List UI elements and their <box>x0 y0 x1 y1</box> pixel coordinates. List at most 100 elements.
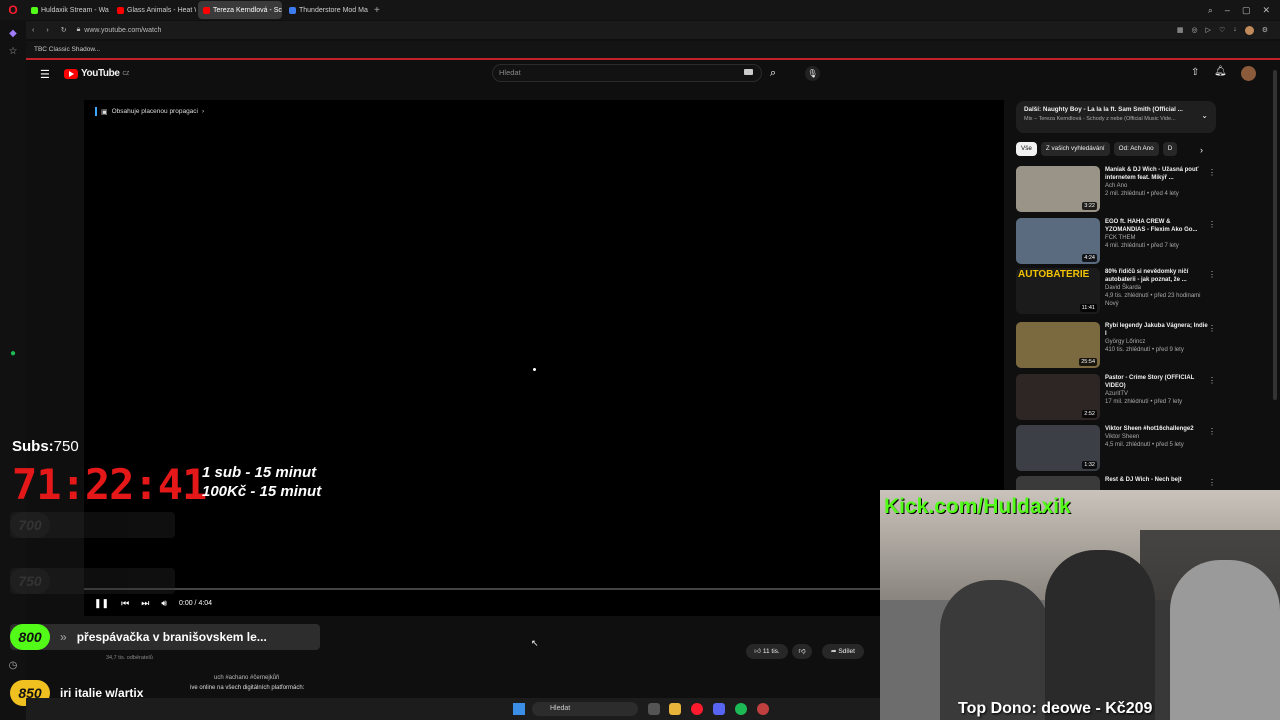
hashtags[interactable]: uch #achano #černejkůň <box>214 675 279 681</box>
scrollbar[interactable] <box>1273 70 1277 400</box>
pause-button[interactable]: ❚❚ <box>94 598 109 609</box>
browser-tab[interactable]: Huldaxik Stream - Wa <box>26 1 110 19</box>
avatar[interactable] <box>1241 66 1256 81</box>
opera-taskbar-icon[interactable] <box>691 703 703 715</box>
back-icon[interactable]: ‹ <box>26 27 40 34</box>
youtube-logo[interactable]: YouTube CZ <box>64 68 129 79</box>
duration-badge: 1:32 <box>1082 461 1097 469</box>
recommendation-title[interactable]: Viktor Sheen #hot16challenge2 <box>1105 425 1210 433</box>
recommendation-item[interactable]: Rest & DJ Wich - Nech bejt ⋮ <box>1016 476 1216 490</box>
recommendation-item[interactable]: 4:24 EGO ft. HAHA CREW & YZOMANDIAS - Fle… <box>1016 218 1216 266</box>
more-options-icon[interactable]: ⋮ <box>1208 220 1216 229</box>
chevron-down-icon[interactable]: ⌄ <box>1201 111 1208 120</box>
progress-bar[interactable] <box>84 588 884 590</box>
video-thumbnail[interactable]: AUTOBATERIE 11:41 <box>1016 268 1100 314</box>
taskbar <box>26 698 880 720</box>
upload-icon[interactable]: ⇧ <box>1191 67 1199 78</box>
chevron-right-icon[interactable]: › <box>1200 145 1203 155</box>
up-next-subtitle: Mix – Tereza Kerndlová - Schody z nebe (… <box>1024 116 1176 122</box>
filter-chip[interactable]: Vše <box>1016 142 1037 156</box>
download-icon[interactable]: ↓ <box>1233 26 1237 35</box>
recommendation-title[interactable]: 80% řidičů si nevědomky ničí autobaterii… <box>1105 268 1210 284</box>
recommendation-item[interactable]: 1:32 Viktor Sheen #hot16challenge2 Viktor … <box>1016 425 1216 473</box>
channel-name[interactable]: FCK THEM <box>1105 234 1210 242</box>
recommendation-item[interactable]: AUTOBATERIE 11:41 80% řidičů si nevědomky … <box>1016 268 1216 316</box>
video-player[interactable] <box>84 100 1004 616</box>
up-next-panel[interactable]: Další: Naughty Boy - La la la ft. Sam Sm… <box>1016 101 1216 133</box>
more-options-icon[interactable]: ⋮ <box>1208 376 1216 385</box>
video-thumbnail[interactable]: 2:52 <box>1016 374 1100 420</box>
recommendation-title[interactable]: Rest & DJ Wich - Nech bejt <box>1105 476 1210 484</box>
maximize-button[interactable]: ▢ <box>1242 5 1251 16</box>
recommendation-title[interactable]: Rybí legendy Jakuba Vágnera; Indie I <box>1105 322 1210 338</box>
windows-start-icon[interactable] <box>513 703 525 715</box>
channel-name[interactable]: AzuritTV <box>1105 390 1210 398</box>
recommendation-title[interactable]: Pastor - Crime Story (OFFICIAL VIDEO) <box>1105 374 1210 390</box>
more-options-icon[interactable]: ⋮ <box>1208 478 1216 487</box>
reload-icon[interactable]: ↻ <box>55 26 73 34</box>
channel-name[interactable]: David Škarda <box>1105 284 1210 292</box>
like-button[interactable]: 👍︎ 11 tis. <box>746 644 788 659</box>
search-input[interactable]: Hledat <box>492 64 762 82</box>
extensions-icon[interactable]: ▦ <box>1177 26 1184 35</box>
url-field[interactable]: www.youtube.com/watch <box>84 27 161 34</box>
settings-icon[interactable]: ⚙ <box>1262 26 1268 35</box>
opera-logo-icon[interactable]: O <box>0 0 26 20</box>
browser-tab[interactable]: Thunderstore Mod Mana <box>284 1 368 19</box>
video-thumbnail[interactable]: 1:32 <box>1016 425 1100 471</box>
spotify-taskbar-icon[interactable] <box>735 703 747 715</box>
video-thumbnail[interactable]: 25:54 <box>1016 322 1100 368</box>
spotify-icon[interactable]: ● <box>7 348 19 360</box>
recommendation-info: Maniak & DJ Wich - Úžasná pouť internete… <box>1105 166 1210 214</box>
recommendation-item[interactable]: 25:54 Rybí legendy Jakuba Vágnera; Indie … <box>1016 322 1216 370</box>
volume-icon[interactable]: 🔊︎ <box>161 598 167 609</box>
channel-name[interactable]: Viktor Sheen <box>1105 433 1210 441</box>
browser-tab[interactable]: Glass Animals - Heat Wa <box>112 1 196 19</box>
video-thumbnail[interactable]: 4:24 <box>1016 218 1100 264</box>
recommendation-item[interactable]: 2:52 Pastor - Crime Story (OFFICIAL VIDEO… <box>1016 374 1216 422</box>
more-options-icon[interactable]: ⋮ <box>1208 427 1216 436</box>
new-tab-button[interactable]: + <box>368 5 380 16</box>
profile-icon[interactable] <box>1244 25 1254 35</box>
video-thumbnail[interactable]: 3:22 <box>1016 166 1100 212</box>
next-button[interactable]: ⏭︎ <box>141 598 149 609</box>
more-options-icon[interactable]: ⋮ <box>1208 168 1216 177</box>
more-options-icon[interactable]: ⋮ <box>1208 324 1216 333</box>
recommendation-item[interactable]: 3:22 Maniak & DJ Wich - Úžasná pouť inter… <box>1016 166 1216 214</box>
video-thumbnail[interactable] <box>1016 476 1100 490</box>
minimize-button[interactable]: – <box>1225 5 1230 16</box>
more-options-icon[interactable]: ⋮ <box>1208 270 1216 279</box>
channel-name[interactable]: Ach Ano <box>1105 182 1210 190</box>
menu-icon[interactable]: ☰ <box>40 68 50 81</box>
discord-icon[interactable] <box>713 703 725 715</box>
channel-name[interactable]: György Lőrincz <box>1105 338 1210 346</box>
play-icon[interactable]: ▷ <box>1206 26 1211 35</box>
filter-chip[interactable]: Z vašich vyhledávání <box>1040 142 1110 156</box>
recommendation-title[interactable]: EGO ft. HAHA CREW & YZOMANDIAS - Flexim … <box>1105 218 1210 234</box>
taskbar-search[interactable]: Hledat <box>532 702 638 716</box>
bookmark-item[interactable]: TBC Classic Shadow... <box>34 46 100 53</box>
task-view-icon[interactable] <box>648 703 660 715</box>
recommendation-title[interactable]: Maniak & DJ Wich - Úžasná pouť internete… <box>1105 166 1210 182</box>
mic-icon[interactable]: 🎙︎ <box>805 66 820 81</box>
dislike-button[interactable]: 👎︎ <box>792 644 812 659</box>
filter-chip[interactable]: D <box>1162 142 1178 156</box>
heart-icon[interactable]: ♡ <box>1219 26 1225 35</box>
search-tabs-icon[interactable]: ⌕ <box>1208 5 1213 16</box>
paid-promotion-notice[interactable]: ▣ Obsahuje placenou propagaci › <box>95 107 204 116</box>
file-explorer-icon[interactable] <box>669 703 681 715</box>
filter-chip[interactable]: Od: Ach Ano <box>1113 142 1159 156</box>
browser-tab[interactable]: Tereza Kerndlová - Schod <box>198 1 282 19</box>
share-button[interactable]: ➦ Sdílet <box>822 644 864 659</box>
keyboard-icon[interactable] <box>744 69 753 75</box>
aria-icon[interactable]: ◆ <box>7 28 19 40</box>
speed-dial-icon[interactable]: ☆ <box>7 46 19 58</box>
search-icon[interactable]: ⌕ <box>770 67 776 80</box>
close-window-button[interactable]: ✕ <box>1262 5 1270 16</box>
forward-icon[interactable]: › <box>40 27 54 34</box>
previous-button[interactable]: ⏮︎ <box>121 598 129 609</box>
camera-icon[interactable]: ◎ <box>1191 26 1197 35</box>
app-taskbar-icon[interactable] <box>757 703 769 715</box>
sidebar-history-icon[interactable]: ◷ <box>7 660 19 672</box>
bell-icon[interactable]: 🔔︎ <box>1214 66 1227 77</box>
